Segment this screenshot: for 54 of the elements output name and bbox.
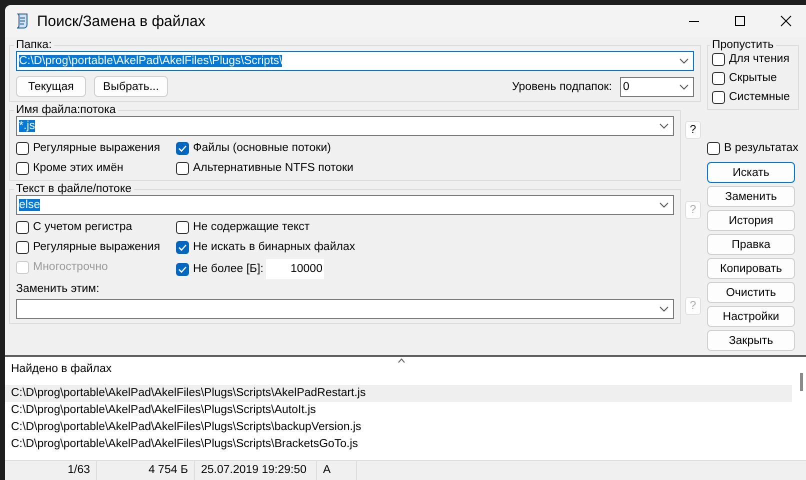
action-button[interactable]: Очистить	[707, 282, 795, 303]
checkbox[interactable]: С учетом регистра	[16, 219, 176, 235]
checkbox[interactable]: Регулярные выражения	[16, 239, 176, 255]
action-button[interactable]: История	[707, 210, 795, 231]
result-row[interactable]: C:\D\prog\portable\AkelPad\AkelFiles\Plugs\Scripts\AkelPadRestart.js	[5, 385, 792, 402]
checkbox[interactable]: Альтернативные NTFS потоки	[176, 160, 674, 176]
replace-label: Заменить этим:	[16, 283, 100, 295]
help-button[interactable]: ?	[685, 121, 701, 139]
result-row[interactable]: C:\D\prog\portable\AkelPad\AkelFiles\Plugs\Scripts\BracketsGoTo.js	[5, 436, 792, 453]
checkbox[interactable]: Не более [Б]:	[176, 261, 264, 277]
folder-button[interactable]: Выбрать...	[94, 76, 168, 97]
splitter-caret-icon[interactable]	[398, 358, 405, 363]
combo-field[interactable]: *.js	[16, 116, 674, 136]
result-row[interactable]: C:\D\prog\portable\AkelPad\AkelFiles\Plugs\Scripts\backupVersion.js	[5, 419, 792, 436]
depth-combo[interactable]: 0	[620, 76, 694, 96]
checkbox[interactable]: Кроме этих имён	[16, 160, 176, 176]
status-cell: A	[317, 461, 357, 480]
group-label: Папка:	[15, 39, 53, 51]
checkbox[interactable]: Регулярные выражения	[16, 140, 176, 156]
checkbox[interactable]: Системные	[712, 89, 792, 105]
checkbox[interactable]: В результатах	[707, 140, 799, 156]
group-label: Текст в файле/потоке	[15, 183, 132, 195]
result-row[interactable]: C:\D\prog\portable\AkelPad\AkelFiles\Plugs\Scripts\AutoIt.js	[5, 402, 792, 419]
close-icon[interactable]	[780, 15, 792, 27]
action-button[interactable]: Закрыть	[707, 330, 795, 351]
combo-field[interactable]: C:\D\prog\portable\AkelPad\AkelFiles\Plugs\Scripts\	[16, 51, 694, 71]
action-button[interactable]: Правка	[707, 234, 795, 255]
depth-label: Уровень подпапок:	[512, 80, 612, 92]
action-button[interactable]: Копировать	[707, 258, 795, 279]
action-button[interactable]: Настройки	[707, 306, 795, 327]
replace-combo[interactable]	[16, 299, 674, 319]
action-button[interactable]: Искать	[707, 162, 795, 183]
results-title: Найдено в файлах	[11, 363, 112, 377]
folder-button[interactable]: Текущая	[16, 76, 86, 97]
checkbox[interactable]: Файлы (основные потоки)	[176, 140, 674, 156]
window-title: Поиск/Замена в файлах	[37, 12, 206, 30]
maximize-icon[interactable]	[734, 15, 746, 27]
limit-field[interactable]: 10000	[266, 259, 324, 279]
action-button[interactable]: Заменить	[707, 186, 795, 207]
scroll-icon	[15, 13, 29, 29]
check-icon	[178, 144, 187, 152]
scrollbar-thumb-icon[interactable]	[800, 373, 803, 391]
check-icon	[178, 266, 187, 272]
combo-field[interactable]: else	[16, 195, 674, 215]
checkbox[interactable]: Не искать в бинарных файлах	[176, 239, 674, 255]
checkbox[interactable]: Скрытые	[712, 70, 792, 86]
checkbox[interactable]: Для чтения	[712, 51, 792, 67]
status-cell: 4 754 Б	[97, 461, 195, 480]
group-label: Пропустить	[711, 39, 775, 51]
group-label: Имя файла:потока	[15, 104, 117, 116]
status-cell: 25.07.2019 19:29:50	[195, 461, 317, 480]
check-icon	[178, 244, 187, 250]
status-cell: 1/63	[5, 461, 97, 480]
checkbox[interactable]: Не содержащие текст	[176, 219, 674, 235]
